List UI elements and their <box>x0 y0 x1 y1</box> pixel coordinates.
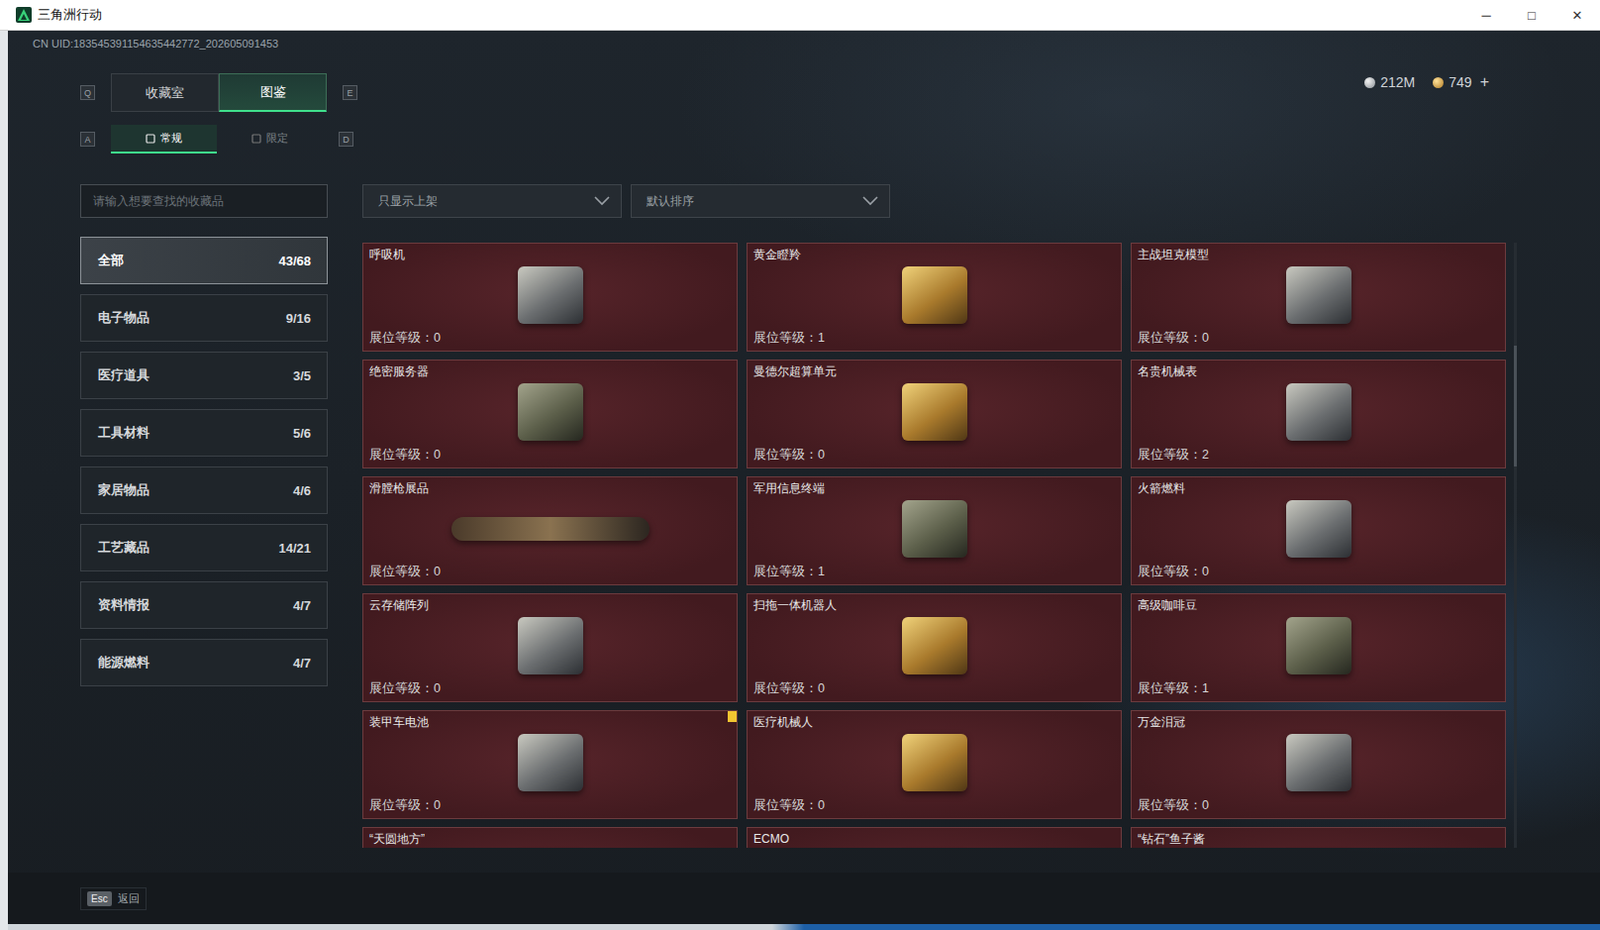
sidebar-item[interactable]: 医疗道具3/5 <box>80 351 328 400</box>
collection-card[interactable]: “钻石”鱼子酱 <box>1130 826 1506 848</box>
collection-card[interactable]: 万金泪冠展位等级：0 <box>1130 709 1506 819</box>
window-control[interactable]: ─ <box>1463 0 1509 30</box>
logo-icon <box>15 6 32 23</box>
collection-card[interactable]: ECMO <box>746 826 1122 848</box>
collection-card[interactable]: 军用信息终端展位等级：1 <box>746 476 1122 586</box>
currency-bar: 212M 749 + <box>1364 73 1490 92</box>
sidebar: 全部43/68 电子物品9/16 医疗道具3/5 工具材料5/6 家居物品4/6 工艺藏品… <box>80 184 328 873</box>
window-control[interactable]: □ <box>1508 0 1555 30</box>
key-hint: Q <box>80 85 96 100</box>
subtab-bar: A 常规限定 D <box>80 124 1600 154</box>
item-picture <box>1286 500 1352 558</box>
window-control[interactable]: ✕ <box>1554 0 1600 30</box>
tab-bar: Q 收藏室图鉴 E <box>80 73 358 112</box>
collection-card[interactable]: 医疗机械人展位等级：0 <box>746 709 1122 819</box>
category-icon <box>145 133 156 144</box>
item-picture <box>1286 733 1352 792</box>
collection-card[interactable]: 曼德尔超算单元展位等级：0 <box>746 359 1122 469</box>
sidebar-item[interactable]: 能源燃料4/7 <box>80 638 328 687</box>
filter-dropdown[interactable]: 只显示上架 <box>362 184 622 218</box>
item-picture <box>901 500 968 558</box>
category-icon <box>251 133 262 144</box>
item-picture <box>1286 383 1352 441</box>
marker-badge <box>727 710 737 722</box>
sidebar-item[interactable]: 全部43/68 <box>80 236 328 285</box>
sidebar-item[interactable]: 工具材料5/6 <box>80 408 328 457</box>
item-picture <box>1286 616 1352 675</box>
chevron-icon <box>861 196 880 206</box>
item-picture <box>517 733 584 792</box>
collection-card[interactable]: 呼吸机展位等级：0 <box>362 242 738 352</box>
key-hint: E <box>342 85 358 100</box>
currency: 212M <box>1364 74 1415 91</box>
footer-bar: Esc返回 <box>7 872 1600 924</box>
collection-card[interactable]: 高级咖啡豆展位等级：1 <box>1130 593 1506 702</box>
scroll-thumb[interactable] <box>1513 345 1517 467</box>
title-bar: 三角洲行动 ─□✕ <box>0 0 1600 31</box>
subtab[interactable]: 限定 <box>216 124 323 154</box>
item-picture <box>901 616 968 675</box>
item-picture <box>451 516 650 541</box>
key-hint: D <box>338 131 354 147</box>
item-picture <box>517 616 584 675</box>
chevron-icon <box>593 196 611 206</box>
sidebar-item[interactable]: 工艺藏品14/21 <box>80 523 328 572</box>
tab[interactable]: 图鉴 <box>218 73 327 112</box>
collection-card[interactable]: 云存储阵列展位等级：0 <box>362 593 738 702</box>
sidebar-item[interactable]: 家居物品4/6 <box>80 466 328 514</box>
collection-card[interactable]: 火箭燃料展位等级：0 <box>1130 476 1506 586</box>
item-picture <box>1286 266 1352 324</box>
item-picture <box>901 266 968 324</box>
add-button[interactable]: + <box>1480 73 1490 92</box>
item-picture <box>517 266 584 324</box>
item-picture <box>517 383 584 441</box>
collection-card[interactable]: 黄金瞪羚展位等级：1 <box>746 242 1122 352</box>
scrollbar[interactable] <box>1513 242 1517 848</box>
subtab[interactable]: 常规 <box>110 124 217 154</box>
tab[interactable]: 收藏室 <box>110 73 219 112</box>
window-title: 三角洲行动 <box>37 5 102 24</box>
key-hint: A <box>80 131 96 147</box>
item-picture <box>901 733 968 792</box>
back-button[interactable]: Esc返回 <box>80 887 147 910</box>
sidebar-item[interactable]: 资料情报4/7 <box>80 581 328 629</box>
coin-icon <box>1432 77 1444 89</box>
coin-icon <box>1364 77 1376 89</box>
collection-card[interactable]: 绝密服务器展位等级：0 <box>362 359 738 469</box>
collection-card[interactable]: “天圆地方” <box>362 826 738 848</box>
collection-card[interactable]: 名贵机械表展位等级：2 <box>1130 359 1506 469</box>
collection-card[interactable]: 装甲车电池展位等级：0 <box>362 709 738 819</box>
currency: 749 <box>1432 74 1472 91</box>
collection-card[interactable]: 滑膛枪展品展位等级：0 <box>362 476 738 586</box>
filter-dropdown[interactable]: 默认排序 <box>630 184 891 218</box>
collection-card[interactable]: 扫拖一体机器人展位等级：0 <box>746 593 1122 702</box>
app-window: 三角洲行动 ─□✕ CN UID:183545391154635442772_202… <box>0 0 1600 930</box>
collection-card[interactable]: 主战坦克模型展位等级：0 <box>1130 242 1506 352</box>
uid-label: CN UID:183545391154635442772_20260509145… <box>32 36 1600 51</box>
search-field[interactable] <box>80 184 328 218</box>
sidebar-item[interactable]: 电子物品9/16 <box>80 294 328 342</box>
game-area: CN UID:183545391154635442772_20260509145… <box>0 30 1600 930</box>
collection-grid: 呼吸机展位等级：0黄金瞪羚展位等级：1主战坦克模型展位等级：0 绝密服务器展位等级… <box>362 242 1506 848</box>
item-picture <box>901 383 968 441</box>
